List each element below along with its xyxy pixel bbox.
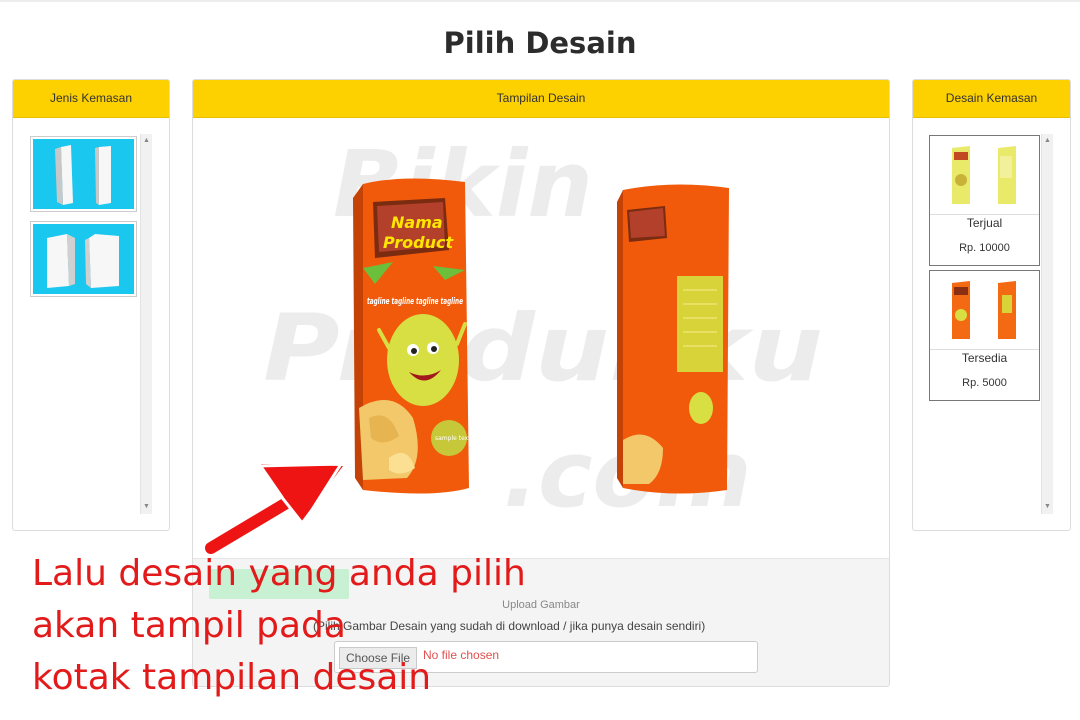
packaging-type-scrollbar[interactable]: ▲ ▼ [140, 134, 152, 514]
watermark-line-2: Produkku [263, 295, 823, 402]
annotation-line-3: kotak tampilan desain [32, 657, 432, 698]
design-catalog-scrollbar[interactable]: ▲ ▼ [1041, 134, 1053, 514]
package-front-view: Nama Product tagline tagline tagline tag… [353, 178, 471, 494]
scroll-down-icon[interactable]: ▼ [1042, 502, 1053, 512]
design-thumbnail [930, 271, 1039, 350]
design-catalog-header: Desain Kemasan [913, 80, 1070, 118]
package-badge: sample text [435, 435, 471, 442]
package-tagline: tagline tagline tagline tagline [367, 297, 463, 307]
package-back-view [617, 184, 729, 494]
top-divider [0, 0, 1080, 2]
packaging-type-square-box[interactable] [30, 221, 137, 297]
annotation-line-2: akan tampil pada [32, 605, 346, 646]
packaging-type-tall-box[interactable] [30, 136, 137, 212]
annotation-line-1: Lalu desain yang anda pilih [32, 553, 526, 594]
design-price: Rp. 10000 [959, 242, 1010, 254]
packaging-type-header: Jenis Kemasan [13, 80, 169, 118]
design-card-tersedia[interactable]: Tersedia Rp. 5000 [929, 270, 1040, 401]
package-brand-line-2: Product [383, 233, 454, 252]
watermark: Bikin Produkku .com [263, 131, 823, 528]
scroll-up-icon[interactable]: ▲ [141, 136, 152, 146]
design-price: Rp. 5000 [962, 377, 1007, 389]
tutorial-annotation: Lalu desain yang anda pilih akan tampil … [32, 548, 632, 704]
design-thumbnail [930, 136, 1039, 215]
design-name: Tersedia [961, 351, 1008, 365]
tall-box-shape-icon [33, 139, 134, 209]
packaging-type-panel: Jenis Kemasan ▲ ▼ [12, 79, 170, 531]
design-card-terjual[interactable]: Terjual Rp. 10000 [929, 135, 1040, 266]
design-preview-header: Tampilan Desain [193, 80, 889, 118]
design-preview-canvas: Bikin Produkku .com Nama Product tagline… [205, 131, 823, 554]
package-brand-line-1: Nama [391, 213, 443, 232]
annotation-arrow-icon [205, 462, 344, 554]
page-title: Pilih Desain [443, 26, 637, 60]
design-catalog-panel: Desain Kemasan Terjual Rp. 10000 Tersedi… [912, 79, 1071, 531]
scroll-down-icon[interactable]: ▼ [141, 502, 152, 512]
square-box-shape-icon [33, 224, 134, 294]
design-name: Terjual [966, 216, 1003, 230]
scroll-up-icon[interactable]: ▲ [1042, 136, 1053, 146]
